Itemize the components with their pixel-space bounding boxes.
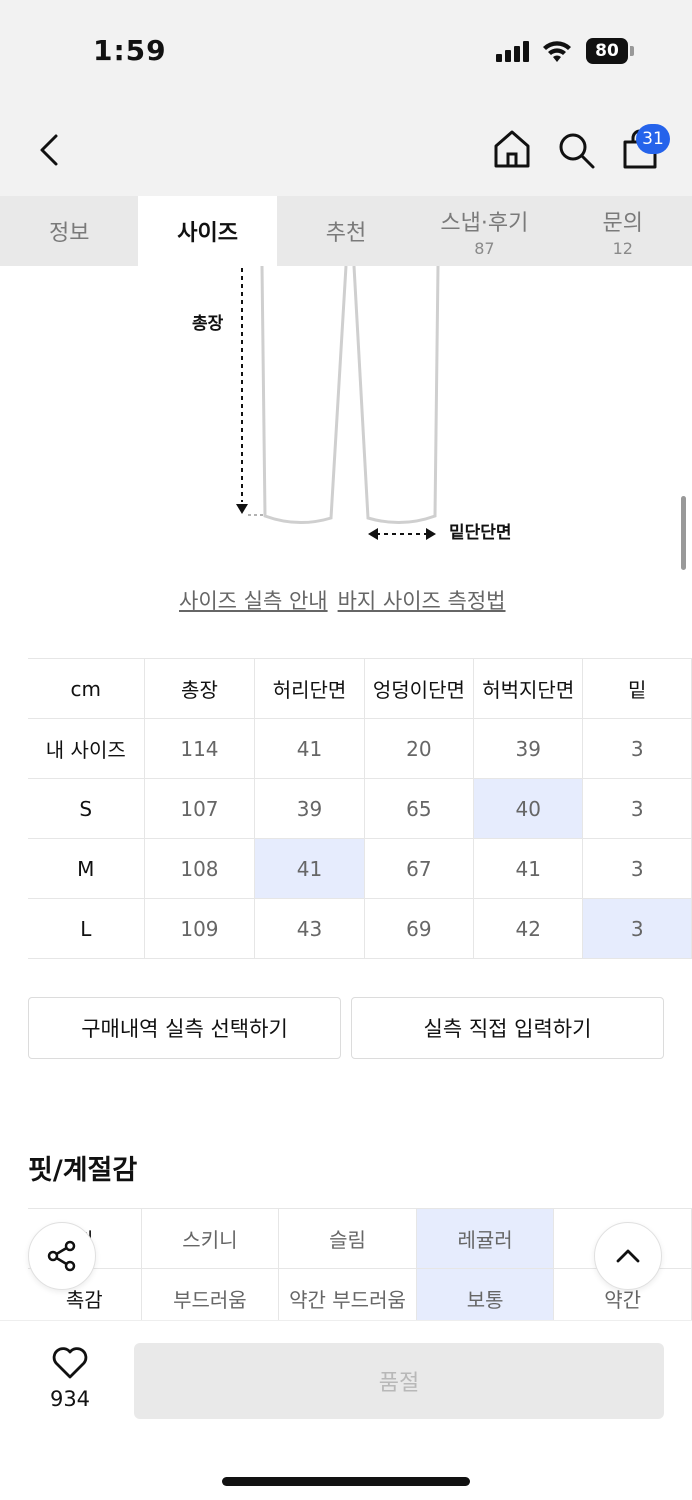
tab-size[interactable]: 사이즈 xyxy=(138,196,277,266)
table-cell: 3 xyxy=(582,718,692,779)
size-table: cm 총장 허리단면 엉덩이단면 허벅지단면 밑 내 사이즈 114 41 20… xyxy=(28,658,692,959)
table-cell: 107 xyxy=(143,778,256,839)
header-cell: cm xyxy=(28,658,145,719)
table-cell: 69 xyxy=(363,898,475,959)
sold-out-button[interactable]: 품절 xyxy=(134,1343,664,1419)
bottom-action-bar: 934 품절 xyxy=(0,1320,692,1500)
size-guide-links: 사이즈 실측 안내 바지 사이즈 측정법 xyxy=(179,585,516,615)
heart-icon[interactable] xyxy=(52,1347,88,1379)
tab-label: 사이즈 xyxy=(177,221,238,246)
tab-count: 87 xyxy=(474,238,495,258)
tab-label: 스냅·후기 xyxy=(440,210,529,236)
table-row: 촉감 부드러움 약간 부드러움 보통 약간 xyxy=(28,1268,692,1320)
table-cell: 3 xyxy=(582,838,692,899)
table-cell: 3 xyxy=(582,778,692,839)
search-icon[interactable] xyxy=(556,130,596,170)
wifi-icon xyxy=(543,41,571,62)
table-cell: 65 xyxy=(363,778,475,839)
tab-label: 추천 xyxy=(325,221,367,246)
table-cell: 약간 부드러움 xyxy=(278,1268,417,1320)
header-cell: 총장 xyxy=(143,658,256,719)
like-count: 934 xyxy=(49,1387,91,1411)
row-label: S xyxy=(28,778,145,839)
status-bar: 1:59 80 xyxy=(0,0,692,100)
tab-label: 문의 xyxy=(602,210,643,236)
table-cell-highlighted: 40 xyxy=(473,778,584,839)
hem-width-label: 밑단단면 xyxy=(449,523,512,543)
tab-inquiry[interactable]: 문의 12 xyxy=(554,196,692,266)
table-cell: 39 xyxy=(254,778,365,839)
row-label: L xyxy=(28,898,145,959)
tab-info[interactable]: 정보 xyxy=(0,196,138,266)
table-cell: 41 xyxy=(254,718,365,779)
table-cell: 67 xyxy=(363,838,475,899)
table-header-row: cm 총장 허리단면 엉덩이단면 허벅지단면 밑 xyxy=(28,658,692,719)
pants-measure-guide-link[interactable]: 바지 사이즈 측정법 xyxy=(338,589,506,613)
table-row: L 109 43 69 42 3 xyxy=(28,898,692,959)
cart-count-badge: 31 xyxy=(636,124,670,154)
table-cell: 슬림 xyxy=(278,1208,417,1269)
home-icon[interactable] xyxy=(492,128,532,170)
table-row: 내 사이즈 114 41 20 39 3 xyxy=(28,718,692,779)
cellular-signal-icon xyxy=(496,40,532,62)
chevron-up-icon xyxy=(616,1249,640,1263)
header-cell: 엉덩이단면 xyxy=(363,658,475,719)
scrollbar[interactable] xyxy=(681,496,686,570)
status-time: 1:59 xyxy=(93,34,167,67)
tab-snap-review[interactable]: 스냅·후기 87 xyxy=(415,196,553,266)
product-tabs: 정보 사이즈 추천 스냅·후기 87 문의 12 xyxy=(0,196,692,266)
scroll-top-button[interactable] xyxy=(594,1222,662,1290)
header-cell: 허벅지단면 xyxy=(473,658,584,719)
table-cell: 108 xyxy=(143,838,256,899)
table-cell: 39 xyxy=(473,718,584,779)
pants-measurement-diagram: 총장 밑단단면 xyxy=(0,265,692,566)
share-button[interactable] xyxy=(28,1222,96,1290)
header-cell: 허리단면 xyxy=(254,658,365,719)
nav-bar xyxy=(0,100,692,196)
actual-size-guide-link[interactable]: 사이즈 실측 안내 xyxy=(179,589,328,613)
tab-label: 정보 xyxy=(48,221,90,246)
size-table-container[interactable]: cm 총장 허리단면 엉덩이단면 허벅지단면 밑 내 사이즈 114 41 20… xyxy=(0,650,692,970)
tab-recommend[interactable]: 추천 xyxy=(277,196,415,266)
select-purchase-history-button[interactable]: 구매내역 실측 선택하기 xyxy=(28,997,341,1059)
header-cell: 밑 xyxy=(582,658,692,719)
fit-table-container[interactable]: 핏 스키니 슬림 레귤러 루 촉감 부드러움 약간 부드러움 보통 약간 xyxy=(0,1208,692,1320)
tab-count: 12 xyxy=(612,238,633,258)
table-row: 핏 스키니 슬림 레귤러 루 xyxy=(28,1208,692,1269)
battery-tip xyxy=(630,46,634,56)
fit-season-title: 핏/계절감 xyxy=(28,1155,138,1186)
table-cell: 109 xyxy=(143,898,256,959)
table-cell-highlighted: 41 xyxy=(254,838,365,899)
share-icon xyxy=(47,1240,76,1272)
table-cell: 스키니 xyxy=(140,1208,280,1269)
pants-outline-illustration xyxy=(236,265,440,540)
row-label: 내 사이즈 xyxy=(28,718,145,779)
table-cell: 부드러움 xyxy=(140,1268,280,1320)
battery-icon: 80 xyxy=(586,38,628,64)
fit-table: 핏 스키니 슬림 레귤러 루 촉감 부드러움 약간 부드러움 보통 약간 xyxy=(28,1208,692,1320)
table-cell: 20 xyxy=(363,718,475,779)
table-cell-highlighted: 레귤러 xyxy=(415,1208,555,1269)
home-indicator xyxy=(222,1477,470,1486)
table-cell-highlighted: 보통 xyxy=(415,1268,555,1320)
table-cell: 114 xyxy=(143,718,256,779)
manual-input-button[interactable]: 실측 직접 입력하기 xyxy=(351,997,664,1059)
back-arrow-icon[interactable] xyxy=(30,130,70,170)
table-cell: 43 xyxy=(254,898,365,959)
table-row: M 108 41 67 41 3 xyxy=(28,838,692,899)
row-label: M xyxy=(28,838,145,899)
table-cell-highlighted: 3 xyxy=(582,898,692,959)
table-cell: 42 xyxy=(473,898,584,959)
total-length-label: 총장 xyxy=(192,314,224,334)
table-cell: 41 xyxy=(473,838,584,899)
table-row: S 107 39 65 40 3 xyxy=(28,778,692,839)
